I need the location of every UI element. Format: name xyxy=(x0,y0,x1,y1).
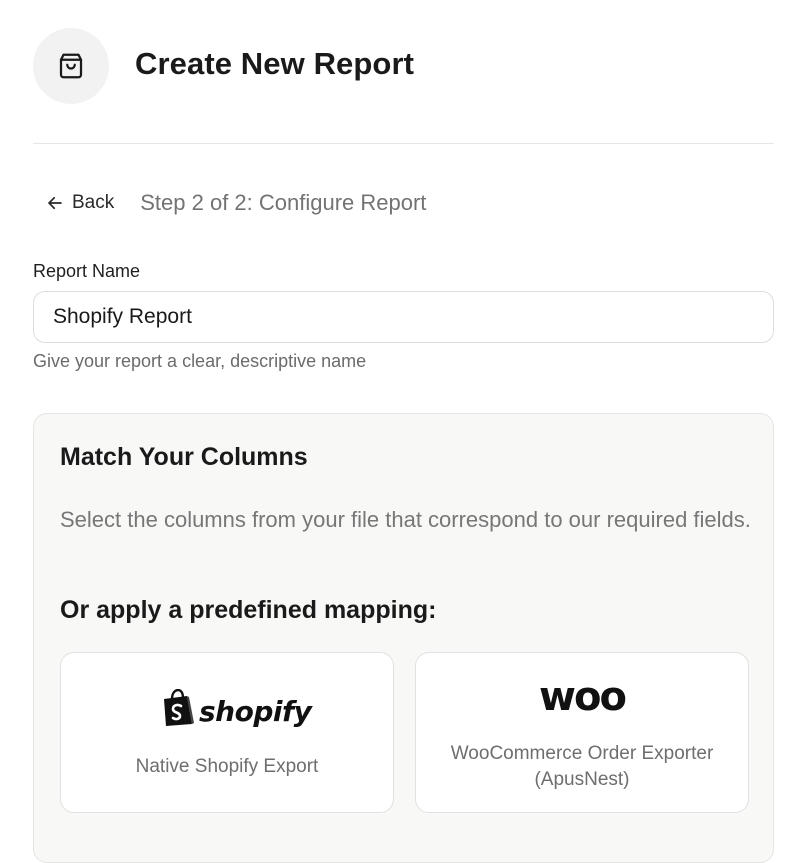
report-name-label: Report Name xyxy=(33,261,141,281)
woocommerce-label-line2: (ApusNest) xyxy=(534,769,630,790)
step-indicator: Step 2 of 2: Configure Report xyxy=(140,190,427,215)
step-navigation: Back Step 2 of 2: Configure Report xyxy=(46,188,426,218)
woocommerce-label-line1: WooCommerce Order Exporter xyxy=(450,743,714,764)
arrow-left-icon xyxy=(46,194,64,212)
predefined-mapping-title: Or apply a predefined mapping: xyxy=(60,596,437,624)
mapping-title: Match Your Columns xyxy=(60,443,308,471)
back-button[interactable]: Back xyxy=(46,192,114,214)
report-name-input[interactable] xyxy=(33,291,774,343)
back-button-label: Back xyxy=(72,192,115,213)
woo-logo: woo xyxy=(539,674,627,720)
woocommerce-mapping-label: WooCommerce Order Exporter (ApusNest) xyxy=(416,741,748,793)
shopify-mapping-card[interactable]: shopify Native Shopify Export xyxy=(60,652,394,813)
mapping-description: Select the columns from your file that c… xyxy=(60,507,751,532)
shopping-bag-icon xyxy=(33,28,109,104)
shopify-mapping-label: Native Shopify Export xyxy=(135,756,319,777)
page-title: Create New Report xyxy=(135,46,415,81)
report-name-help: Give your report a clear, descriptive na… xyxy=(33,351,367,371)
shopify-bag-icon xyxy=(161,689,195,727)
shopify-logo-text: shopify xyxy=(199,695,312,728)
shopify-logo: shopify xyxy=(161,689,312,728)
column-mapping-panel: Match Your Columns Select the columns fr… xyxy=(33,413,774,863)
woocommerce-mapping-card[interactable]: woo WooCommerce Order Exporter (ApusNest… xyxy=(415,652,749,813)
page-header: Create New Report xyxy=(33,28,774,144)
